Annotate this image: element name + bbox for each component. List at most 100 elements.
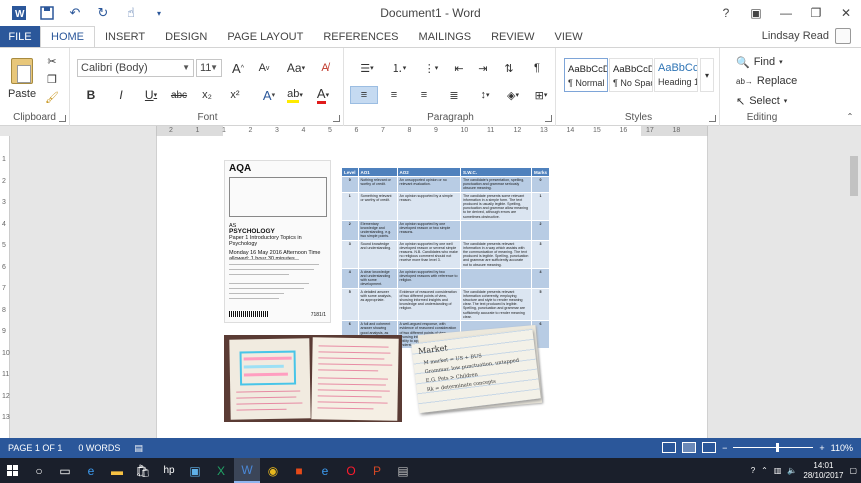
- font-launcher-icon[interactable]: [333, 115, 340, 122]
- vertical-ruler[interactable]: 1 2 3 4 5 6 7 8 9 10 11 12 13: [0, 136, 10, 438]
- numbering-icon[interactable]: ⒈ ▾: [386, 59, 412, 77]
- style-no-spacing[interactable]: AaBbCcDc ¶ No Spac...: [609, 58, 653, 92]
- shrink-font-button[interactable]: Av: [256, 59, 272, 77]
- redo-icon[interactable]: ↻: [92, 3, 114, 23]
- bullets-icon[interactable]: ☰ ▾: [354, 59, 380, 77]
- windows-start-icon[interactable]: [0, 458, 26, 483]
- word-icon[interactable]: W: [234, 458, 260, 483]
- opera-icon[interactable]: O: [338, 458, 364, 483]
- find-button[interactable]: 🔍 Find ▾: [736, 55, 796, 69]
- styles-launcher-icon[interactable]: [709, 115, 716, 122]
- document-page[interactable]: AQA AS PSYCHOLOGY Paper 1 Introductory T…: [156, 136, 708, 438]
- styles-more-icon[interactable]: ▾: [700, 58, 714, 92]
- font-size-combo[interactable]: 11 ▼: [196, 59, 222, 77]
- photos-icon[interactable]: ▣: [182, 458, 208, 483]
- excel-icon[interactable]: X: [208, 458, 234, 483]
- text-effects-icon[interactable]: A ▾: [258, 86, 280, 104]
- store-icon[interactable]: 🛍: [130, 458, 156, 483]
- change-case-button[interactable]: Aa ▾: [284, 59, 308, 77]
- zoom-in-icon[interactable]: +: [819, 443, 824, 453]
- zoom-slider[interactable]: [733, 443, 814, 452]
- replace-button[interactable]: ab→ Replace: [736, 74, 797, 88]
- subscript-button[interactable]: x₂: [198, 86, 216, 104]
- align-left-icon[interactable]: ≡: [350, 86, 378, 104]
- tab-insert[interactable]: INSERT: [95, 26, 155, 48]
- proofing-icon[interactable]: ▤: [134, 443, 143, 454]
- volume-icon[interactable]: 🔈: [787, 466, 797, 475]
- clock[interactable]: 14:01 28/10/2017: [803, 461, 843, 481]
- grow-font-button[interactable]: A ^: [230, 59, 246, 77]
- tab-page-layout[interactable]: PAGE LAYOUT: [217, 26, 313, 48]
- show-formatting-marks-icon[interactable]: ¶: [528, 59, 546, 77]
- paragraph-launcher-icon[interactable]: [545, 115, 552, 122]
- align-right-icon[interactable]: ≡: [412, 86, 436, 104]
- zoom-out-icon[interactable]: −: [722, 443, 727, 453]
- bold-button[interactable]: B: [82, 86, 100, 104]
- app-icon[interactable]: ■: [286, 458, 312, 483]
- help-button[interactable]: ?: [711, 0, 741, 26]
- paste-button[interactable]: Paste: [8, 54, 36, 104]
- tab-file[interactable]: FILE: [0, 26, 40, 48]
- horizontal-ruler[interactable]: 2 1 1 2 3 4 5 6 7 8 9 10 11 12 13 14 15 16 17 18: [156, 126, 708, 136]
- collapse-ribbon-icon[interactable]: ⌃: [844, 110, 856, 122]
- style-normal[interactable]: AaBbCcDc ¶ Normal: [564, 58, 608, 92]
- help-tray-icon[interactable]: ?: [751, 466, 755, 475]
- select-button[interactable]: ↖ Select ▾: [736, 94, 796, 108]
- tab-mailings[interactable]: MAILINGS: [409, 26, 482, 48]
- tab-view[interactable]: VIEW: [545, 26, 593, 48]
- powerpoint-icon[interactable]: P: [364, 458, 390, 483]
- tab-review[interactable]: REVIEW: [481, 26, 544, 48]
- increase-indent-icon[interactable]: ⇥: [474, 59, 492, 77]
- clear-formatting-icon[interactable]: A̸: [316, 59, 334, 77]
- copy-icon[interactable]: ❐: [44, 72, 60, 86]
- app2-icon[interactable]: ▤: [390, 458, 416, 483]
- multilevel-list-icon[interactable]: ⋮ ▾: [418, 59, 444, 77]
- word-count[interactable]: 0 WORDS: [78, 443, 120, 453]
- task-view-icon[interactable]: ▭: [52, 458, 78, 483]
- strikethrough-button[interactable]: abc: [168, 86, 190, 104]
- style-heading-1[interactable]: AaBbCc Heading 1: [654, 58, 698, 92]
- zoom-level[interactable]: 110%: [831, 443, 853, 453]
- print-layout-icon[interactable]: [682, 442, 697, 453]
- search-icon[interactable]: ○: [26, 458, 52, 483]
- up-arrow-icon[interactable]: ⌃: [761, 466, 768, 475]
- customize-qat-icon[interactable]: ▾: [148, 3, 170, 23]
- font-color-icon[interactable]: A ▾: [312, 86, 334, 104]
- scrollbar-thumb[interactable]: [850, 156, 858, 196]
- borders-icon[interactable]: ⊞ ▾: [528, 86, 554, 104]
- format-painter-icon[interactable]: 🖌: [44, 90, 60, 104]
- shading-icon[interactable]: ◈ ▾: [500, 86, 526, 104]
- justify-icon[interactable]: ≣: [442, 86, 466, 104]
- zoom-slider-knob[interactable]: [776, 443, 780, 452]
- exam-paper-image[interactable]: AQA AS PSYCHOLOGY Paper 1 Introductory T…: [224, 160, 331, 323]
- font-name-combo[interactable]: Calibri (Body) ▼: [77, 59, 194, 77]
- align-center-icon[interactable]: ≡: [382, 86, 406, 104]
- file-explorer-icon[interactable]: ▬: [104, 458, 130, 483]
- revision-cards-photo[interactable]: Market M market = US + BUS Grammar, low …: [411, 322, 546, 422]
- save-icon[interactable]: [36, 3, 58, 23]
- chrome-icon[interactable]: ◉: [260, 458, 286, 483]
- decrease-indent-icon[interactable]: ⇤: [450, 59, 468, 77]
- undo-icon[interactable]: ↶: [64, 3, 86, 23]
- tab-design[interactable]: DESIGN: [155, 26, 217, 48]
- sort-icon[interactable]: ⇅: [500, 59, 518, 77]
- page-count[interactable]: PAGE 1 OF 1: [8, 443, 62, 453]
- tab-home[interactable]: HOME: [40, 26, 95, 48]
- hp-icon[interactable]: hp: [156, 458, 182, 483]
- network-icon[interactable]: ▥: [774, 466, 782, 475]
- close-button[interactable]: ✕: [831, 0, 861, 26]
- italic-button[interactable]: I: [112, 86, 130, 104]
- touch-mode-icon[interactable]: ☝: [120, 3, 142, 23]
- cut-icon[interactable]: ✂: [44, 54, 60, 68]
- minimize-button[interactable]: —: [771, 0, 801, 26]
- clipboard-launcher-icon[interactable]: [59, 115, 66, 122]
- superscript-button[interactable]: x²: [226, 86, 244, 104]
- web-layout-icon[interactable]: [702, 442, 717, 453]
- edge-icon[interactable]: e: [78, 458, 104, 483]
- highlight-color-icon[interactable]: ab ▾: [284, 86, 306, 104]
- user-account[interactable]: Lindsay Read: [762, 28, 851, 44]
- underline-button[interactable]: U ▾: [140, 86, 162, 104]
- ribbon-display-options-icon[interactable]: ▣: [741, 0, 771, 26]
- ie-icon[interactable]: e: [312, 458, 338, 483]
- restore-button[interactable]: ❐: [801, 0, 831, 26]
